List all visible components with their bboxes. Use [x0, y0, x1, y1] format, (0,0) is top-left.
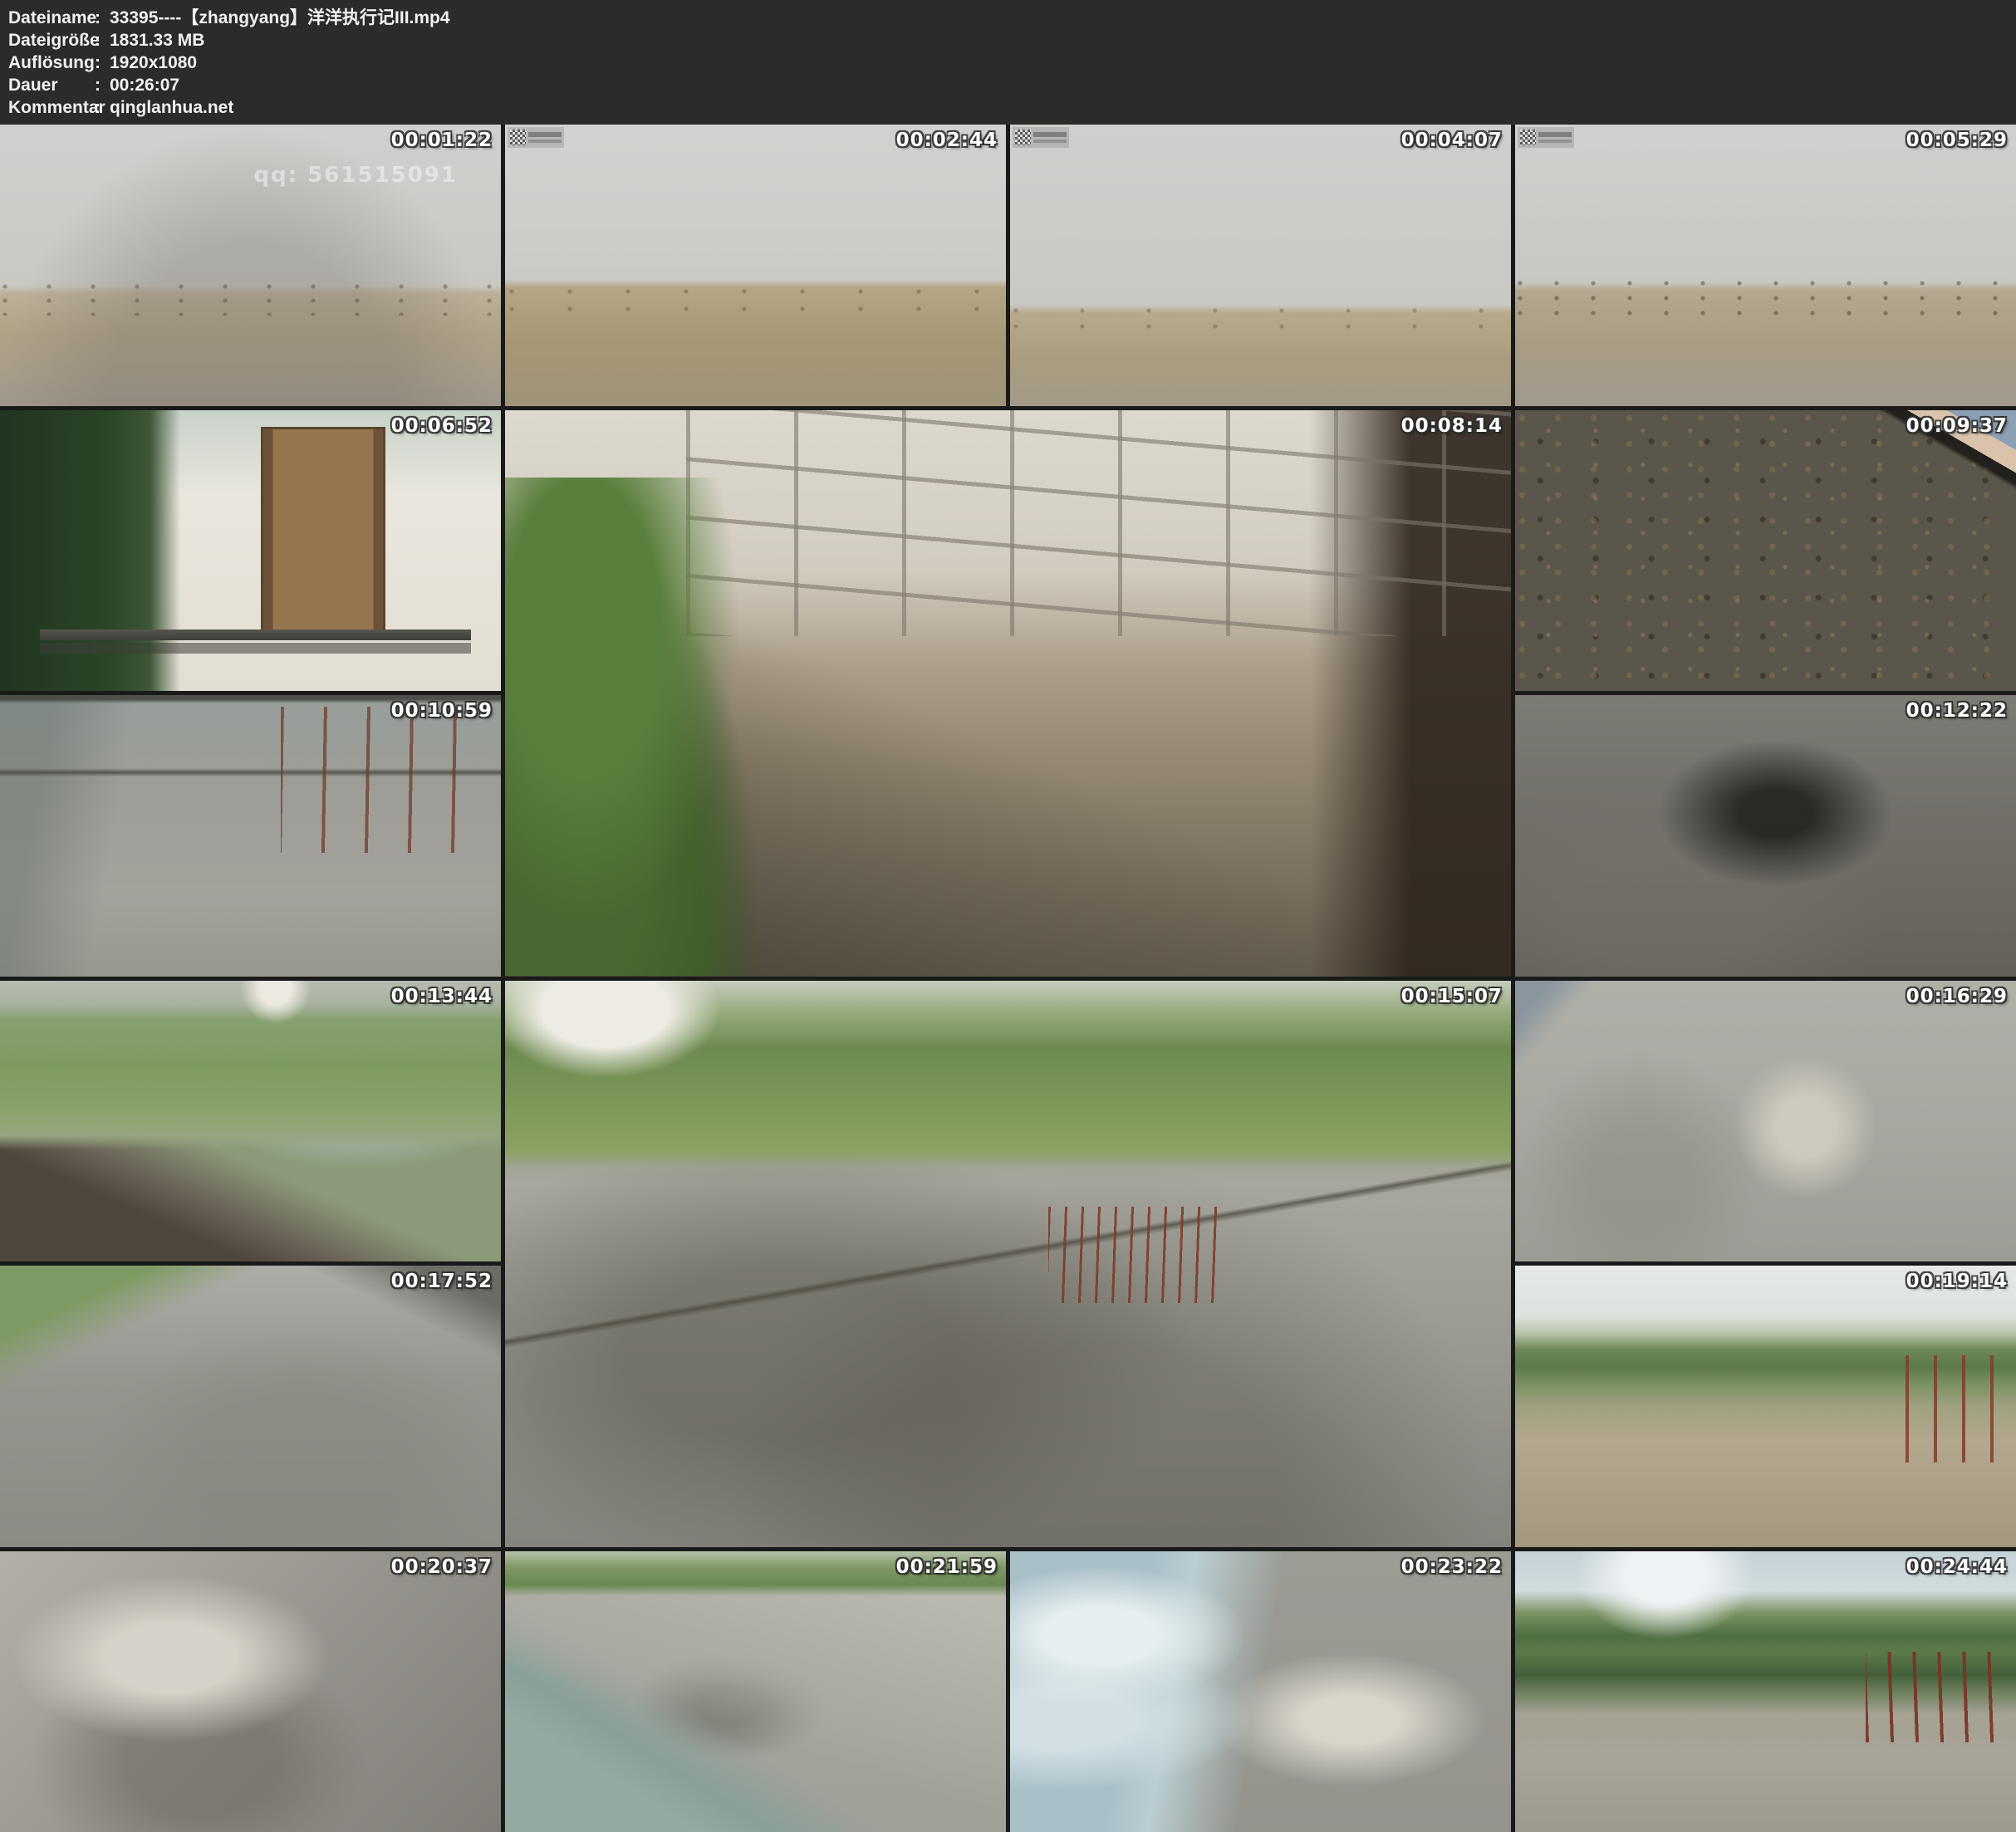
thumbnail-timestamp: 00:04:07	[1401, 130, 1503, 151]
video-thumbnail: 00:24:44	[1515, 1551, 2016, 1832]
qr-code-icon	[1015, 130, 1031, 145]
video-thumbnail: 00:21:59	[505, 1551, 1006, 1832]
qr-code-icon	[1520, 130, 1536, 145]
video-thumbnail: 00:19:14	[1515, 1266, 2016, 1547]
video-thumbnail: 00:02:44	[505, 125, 1006, 406]
thumbnail-timestamp: 00:15:07	[1401, 986, 1503, 1007]
thumbnail-timestamp: 00:02:44	[896, 130, 998, 151]
thumbnail-timestamp: 00:05:29	[1906, 130, 2008, 151]
watermark-text-lines	[1538, 130, 1572, 145]
info-value-filename: 33395----【zhangyang】洋洋执行记III.mp4	[110, 7, 450, 29]
info-label: Kommentar	[8, 96, 95, 119]
video-thumbnail: 00:10:59	[0, 695, 501, 977]
video-thumbnail: 00:23:22	[1010, 1551, 1511, 1832]
info-row-resolution: Auflösung : 1920x1080	[8, 51, 2016, 74]
info-label: Auflösung	[8, 51, 95, 74]
thumbnail-timestamp: 00:20:37	[391, 1556, 493, 1578]
file-info-header: Dateiname : 33395----【zhangyang】洋洋执行记III…	[0, 0, 2016, 125]
info-value-resolution: 1920x1080	[110, 51, 197, 74]
info-label: Dauer	[8, 74, 95, 96]
info-colon: :	[95, 74, 110, 96]
info-value-filesize: 1831.33 MB	[110, 29, 204, 51]
watermark-text-lines	[1033, 130, 1067, 145]
thumbnail-timestamp: 00:24:44	[1906, 1556, 2008, 1578]
video-thumbnail: 00:13:44	[0, 981, 501, 1262]
info-row-filesize: Dateigröße : 1831.33 MB	[8, 29, 2016, 51]
info-row-filename: Dateiname : 33395----【zhangyang】洋洋执行记III…	[8, 7, 2016, 29]
info-value-comment: qinglanhua.net	[110, 96, 233, 119]
thumbnail-timestamp: 00:21:59	[896, 1556, 998, 1578]
video-thumbnail: 00:12:22	[1515, 695, 2016, 977]
video-thumbnail: 00:04:07	[1010, 125, 1511, 406]
qr-watermark-badge	[1518, 127, 1574, 148]
info-row-comment: Kommentar : qinglanhua.net	[8, 96, 2016, 119]
info-label: Dateigröße	[8, 29, 95, 51]
video-thumbnail: 00:15:07	[505, 981, 1511, 1547]
qr-watermark-badge	[1013, 127, 1069, 148]
thumbnail-timestamp: 00:17:52	[391, 1271, 493, 1292]
info-value-duration: 00:26:07	[110, 74, 179, 96]
thumbnail-timestamp: 00:01:22	[391, 130, 493, 151]
info-colon: :	[95, 51, 110, 74]
info-label: Dateiname	[8, 7, 95, 29]
thumbnail-timestamp: 00:16:29	[1906, 986, 2008, 1007]
video-thumbnail: 00:16:29	[1515, 981, 2016, 1262]
info-colon: :	[95, 96, 110, 119]
thumbnail-timestamp: 00:08:14	[1401, 415, 1503, 437]
info-colon: :	[95, 7, 110, 29]
video-thumbnail: 00:08:14	[505, 410, 1511, 977]
thumbnail-timestamp: 00:10:59	[391, 700, 493, 722]
info-row-duration: Dauer : 00:26:07	[8, 74, 2016, 96]
video-thumbnail: 00:06:52	[0, 410, 501, 692]
video-thumbnail: 00:17:52	[0, 1266, 501, 1547]
video-thumbnail: 00:01:22 qq: 561515091	[0, 125, 501, 406]
thumbnail-grid: 00:01:22 qq: 561515091 00:02:44 00:04:07 00:…	[0, 125, 2016, 1832]
thumbnail-timestamp: 00:09:37	[1906, 415, 2008, 437]
video-thumbnail: 00:20:37	[0, 1551, 501, 1832]
thumbnail-timestamp: 00:06:52	[391, 415, 493, 437]
qr-code-icon	[510, 130, 526, 145]
thumbnail-timestamp: 00:19:14	[1906, 1271, 2008, 1292]
watermark-text-lines	[528, 130, 562, 145]
thumbnail-timestamp: 00:13:44	[391, 986, 493, 1007]
qq-watermark: qq: 561515091	[254, 163, 459, 188]
qr-watermark-badge	[508, 127, 564, 148]
thumbnail-timestamp: 00:23:22	[1401, 1556, 1503, 1578]
info-colon: :	[95, 29, 110, 51]
video-thumbnail: 00:09:37	[1515, 410, 2016, 692]
thumbnail-timestamp: 00:12:22	[1906, 700, 2008, 722]
video-thumbnail: 00:05:29	[1515, 125, 2016, 406]
